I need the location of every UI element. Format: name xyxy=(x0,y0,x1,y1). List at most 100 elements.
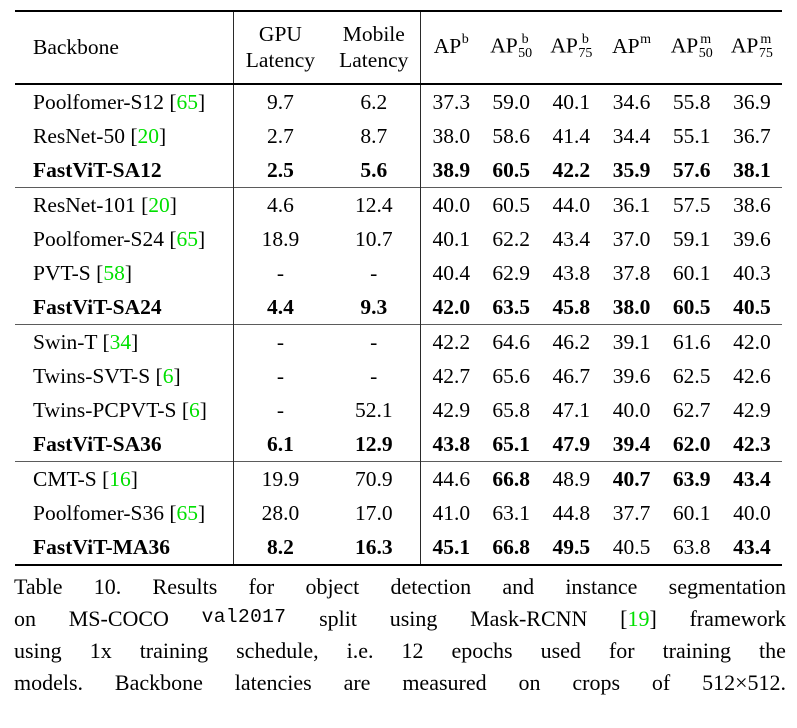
cell-metric-0: 42.2 xyxy=(420,324,482,360)
caption-citation[interactable]: [19] xyxy=(620,603,657,635)
caption-word: instance xyxy=(565,574,638,599)
cell-metric-3: 37.0 xyxy=(612,226,651,251)
citation-link[interactable]: 58 xyxy=(103,261,125,285)
citation-link[interactable]: 65 xyxy=(177,90,199,114)
cell-mobile-latency: 8.7 xyxy=(360,123,388,148)
cell-metric-1: 65.6 xyxy=(492,363,530,388)
cell-metric-5: 42.3 xyxy=(733,431,771,456)
caption-line-2: on MS-COCO val2017 split using Mask-RCNN [19] f… xyxy=(14,603,786,635)
cell-metric-4: 61.6 xyxy=(661,324,722,360)
citation-link[interactable]: 65 xyxy=(177,501,199,525)
page-root: Backbone GPU Latency Mobile Latency APb … xyxy=(0,0,797,728)
cell-metric-0: 44.6 xyxy=(420,461,482,497)
caption-word: Mask-RCNN xyxy=(470,605,588,631)
cell-mobile-latency: 12.9 xyxy=(354,431,393,456)
cell-metric-3: 37.7 xyxy=(612,500,651,525)
citation-bracket-open: [ xyxy=(102,329,110,354)
header-gpu-latency-line2: Latency xyxy=(245,48,316,73)
header-gpu-latency-line1: GPU xyxy=(258,22,302,46)
citation-bracket-close: ] xyxy=(198,89,206,114)
cell-metric-1: 63.1 xyxy=(492,500,530,525)
citation-link[interactable]: 6 xyxy=(189,398,200,422)
cell-metric-2: 44.0 xyxy=(541,187,602,223)
cell-metric-2: 46.2 xyxy=(541,324,602,360)
caption-word: used xyxy=(540,637,581,663)
cell-metric-5: 42.0 xyxy=(721,324,782,360)
cell-metric-3: 34.4 xyxy=(612,123,651,148)
table-row: ResNet-101 [20] 4.6 12.4 40.0 60.5 44.0 36.1 57… xyxy=(15,187,782,223)
cell-metric-5: 40.0 xyxy=(733,500,771,525)
backbone-label: Poolfomer-S24 xyxy=(33,226,164,251)
cell-metric-0: 42.7 xyxy=(420,359,482,394)
cell-backbone-name: Poolfomer-S12 [65] xyxy=(15,84,233,119)
cell-metric-0: 40.1 xyxy=(420,222,482,257)
caption-word: MS-COCO xyxy=(68,605,169,631)
cell-metric-3: 36.1 xyxy=(601,187,662,223)
cell-backbone-name: ResNet-50 [20] xyxy=(15,119,233,153)
cell-metric-1: 62.2 xyxy=(492,226,530,251)
citation-link[interactable]: 20 xyxy=(138,124,160,148)
cell-metric-5: 40.3 xyxy=(733,260,771,285)
cell-metric-0: 43.8 xyxy=(420,427,482,462)
citation-link[interactable]: 6 xyxy=(163,364,174,388)
metric-label-ap-m: APm xyxy=(612,32,651,59)
cell-metric-2: 41.4 xyxy=(552,123,591,148)
table-row: ResNet-50 [20] 2.7 8.7 38.0 58.6 41.4 34.4 55.1… xyxy=(15,119,782,154)
backbone-label: ResNet-101 xyxy=(33,192,136,217)
table-row: Poolfomer-S12 [65] 9.7 6.2 37.3 59.0 40.1 34.6… xyxy=(15,84,782,120)
metric-label-ap-m-75: AP m 75 xyxy=(730,32,773,61)
backbone-label: Twins-PCPVT-S xyxy=(33,397,177,422)
cell-backbone-name: Swin-T [34] xyxy=(15,324,234,360)
caption-word: for xyxy=(608,637,635,663)
table-row: Twins-PCPVT-S [6] - 52.1 42.9 65.8 47.1 40.0 62… xyxy=(15,393,782,428)
cell-gpu-latency: - xyxy=(232,359,328,394)
caption-word: schedule, xyxy=(236,637,319,663)
table-row: FastViT-SA24 4.4 9.3 42.0 63.5 45.8 38.0 60.5 40… xyxy=(15,290,782,325)
header-row: Backbone GPU Latency Mobile Latency APb … xyxy=(15,9,782,86)
cell-backbone-name: FastViT-SA24 xyxy=(15,290,233,325)
cell-metric-0: 42.0 xyxy=(420,290,482,325)
cell-metric-5: 43.4 xyxy=(721,530,782,567)
header-ap-mask-50: AP m 50 xyxy=(661,9,722,86)
cell-metric-0: 40.0 xyxy=(420,187,482,223)
cell-metric-1: 66.8 xyxy=(481,530,542,567)
caption-line-1: Table 10. Results for object detection and inst… xyxy=(14,571,786,603)
citation-bracket-close: ] xyxy=(159,123,167,148)
cell-backbone-name: Twins-SVT-S [6] xyxy=(15,359,233,393)
cell-metric-2: 43.4 xyxy=(552,226,591,251)
cell-metric-4: 55.8 xyxy=(672,89,711,114)
cell-metric-1: 65.1 xyxy=(492,431,530,456)
citation-bracket-close: ] xyxy=(199,397,207,422)
backbone-label: CMT-S xyxy=(33,466,97,491)
cell-metric-5: 38.6 xyxy=(721,187,782,223)
cell-mobile-latency: 52.1 xyxy=(354,397,393,422)
cell-mobile-latency: 12.4 xyxy=(327,187,421,223)
cell-metric-3: 35.9 xyxy=(612,157,651,182)
cell-metric-1: 59.0 xyxy=(492,89,530,114)
citation-link[interactable]: 20 xyxy=(148,193,170,217)
cell-metric-2: 42.2 xyxy=(552,157,591,182)
citation-link[interactable]: 65 xyxy=(177,227,199,251)
caption-word: training xyxy=(662,637,731,663)
cell-metric-5: 40.5 xyxy=(733,294,771,319)
citation-bracket-close: ] xyxy=(131,329,139,354)
caption-word: Table xyxy=(14,574,63,599)
cell-metric-3: 39.4 xyxy=(612,431,651,456)
cell-metric-3: 39.6 xyxy=(612,363,651,388)
citation-link[interactable]: 34 xyxy=(110,330,132,354)
cell-gpu-latency: - xyxy=(232,324,328,360)
citation-link[interactable]: 16 xyxy=(109,467,131,491)
cell-metric-2: 44.8 xyxy=(552,500,591,525)
backbone-label: FastViT-SA12 xyxy=(33,157,162,182)
cell-gpu-latency: 2.7 xyxy=(232,119,328,154)
caption-word: using xyxy=(389,605,438,631)
citation-bracket-open: [ xyxy=(181,397,190,422)
cell-backbone-name: PVT-S [58] xyxy=(15,256,233,290)
results-table-container: Backbone GPU Latency Mobile Latency APb … xyxy=(15,9,782,567)
caption-word: object xyxy=(305,574,360,599)
cell-gpu-latency: 28.0 xyxy=(232,496,328,531)
cell-gpu-latency: - xyxy=(232,393,328,428)
cell-metric-4: 62.0 xyxy=(672,431,711,456)
backbone-label: FastViT-MA36 xyxy=(33,534,170,559)
cell-metric-2: 49.5 xyxy=(541,530,602,567)
